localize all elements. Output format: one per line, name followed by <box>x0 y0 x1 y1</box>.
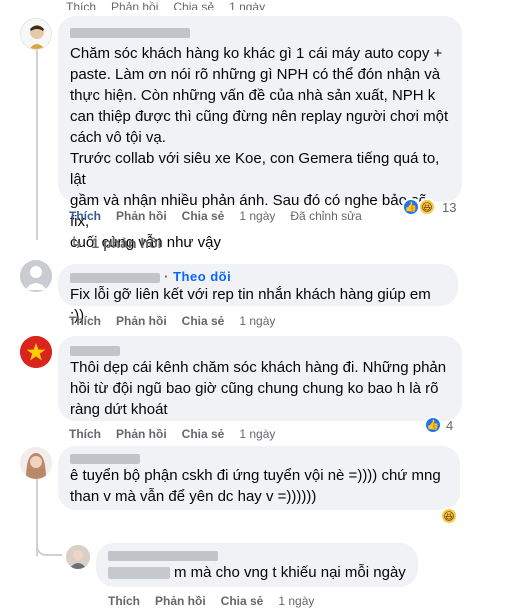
reply-button[interactable]: Phản hồi <box>116 427 167 441</box>
view-replies-link[interactable]: ↳ 1 phản hồi <box>70 233 161 253</box>
avatar[interactable] <box>20 260 52 292</box>
commenter-name[interactable]: · Theo dõi <box>70 269 446 284</box>
share-button[interactable]: Chia sẻ <box>182 427 225 441</box>
avatar[interactable] <box>20 336 52 368</box>
like-button[interactable]: Thích <box>108 594 140 608</box>
commenter-name[interactable] <box>70 450 448 465</box>
comment-time[interactable]: 1 ngày <box>278 594 314 608</box>
avatar[interactable] <box>20 18 52 50</box>
reaction-count: 4 <box>446 417 454 433</box>
comment-bubble: Chăm sóc khách hàng ko khác gì 1 cái máy… <box>58 16 462 251</box>
haha-reaction-icon: 😆 <box>418 198 436 216</box>
commenter-name[interactable] <box>70 24 450 39</box>
comment-bubble: ê tuyển bộ phận cskh đi ứng tuyển vội nè… <box>58 446 460 510</box>
like-button[interactable]: Thích <box>69 314 101 328</box>
share-button[interactable]: Chia sẻ <box>221 594 264 608</box>
share-button[interactable]: Chia sẻ <box>182 314 225 328</box>
like-button[interactable]: Thích <box>69 209 101 223</box>
thread-curve <box>36 540 62 556</box>
comment-text: Thôi dẹp cái kênh chăm sóc khách hàng đi… <box>70 359 447 418</box>
thread-line <box>36 50 38 240</box>
avatar[interactable] <box>20 447 52 479</box>
avatar[interactable] <box>66 545 90 569</box>
reply-button[interactable]: Phản hồi <box>116 314 167 328</box>
share-button[interactable]: Chia sẻ <box>182 209 225 223</box>
reaction-summary[interactable]: 😆 <box>440 507 458 525</box>
reply-bubble: m mà cho vng t khiếu nại mỗi ngày <box>96 543 418 587</box>
comment-time[interactable]: 1 ngày <box>239 314 275 328</box>
comment-actions: Thích Phản hồi Chia sẻ 1 ngày Đã chỉnh s… <box>69 208 362 224</box>
comment-text: ê tuyển bộ phận cskh đi ứng tuyển vội nè… <box>70 467 441 505</box>
edited-label: Đã chỉnh sửa <box>290 209 362 223</box>
follow-link[interactable]: Theo dõi <box>173 269 231 284</box>
comment-time: 1 ngày <box>229 0 266 10</box>
reply-button[interactable]: Phản hồi <box>116 209 167 223</box>
like-button[interactable]: Thích <box>66 0 96 10</box>
comment-bubble: Thôi dẹp cái kênh chăm sóc khách hàng đi… <box>58 336 462 421</box>
share-button[interactable]: Chia sẻ <box>173 0 214 10</box>
blurred-mention[interactable] <box>108 566 170 579</box>
reply-actions: Thích Phản hồi Chia sẻ 1 ngày <box>108 593 314 608</box>
comment-time[interactable]: 1 ngày <box>239 427 275 441</box>
haha-reaction-icon: 😆 <box>440 507 458 525</box>
reaction-summary[interactable]: 👍 😆 13 <box>402 198 456 216</box>
like-button[interactable]: Thích <box>69 427 101 441</box>
reply-button[interactable]: Phản hồi <box>111 0 158 10</box>
reaction-count: 13 <box>442 199 457 215</box>
like-reaction-icon: 👍 <box>424 416 442 434</box>
reaction-summary[interactable]: 👍 4 <box>424 416 453 434</box>
comment-time[interactable]: 1 ngày <box>239 209 275 223</box>
top-action-strip: Thích Phản hồi Chia sẻ 1 ngày <box>66 0 265 10</box>
comment-actions: Thích Phản hồi Chia sẻ 1 ngày <box>69 313 275 329</box>
reply-arrow-icon: ↳ <box>70 235 84 252</box>
comment-bubble: · Theo dõi Fix lỗi gỡ liên kết với rep t… <box>58 264 458 324</box>
comment-actions: Thích Phản hồi Chia sẻ 1 ngày <box>69 426 275 442</box>
reply-text: m mà cho vng t khiếu nại mỗi ngày <box>108 562 406 583</box>
reply-button[interactable]: Phản hồi <box>155 594 206 608</box>
commenter-name[interactable] <box>70 342 450 357</box>
replier-name[interactable] <box>108 547 406 562</box>
